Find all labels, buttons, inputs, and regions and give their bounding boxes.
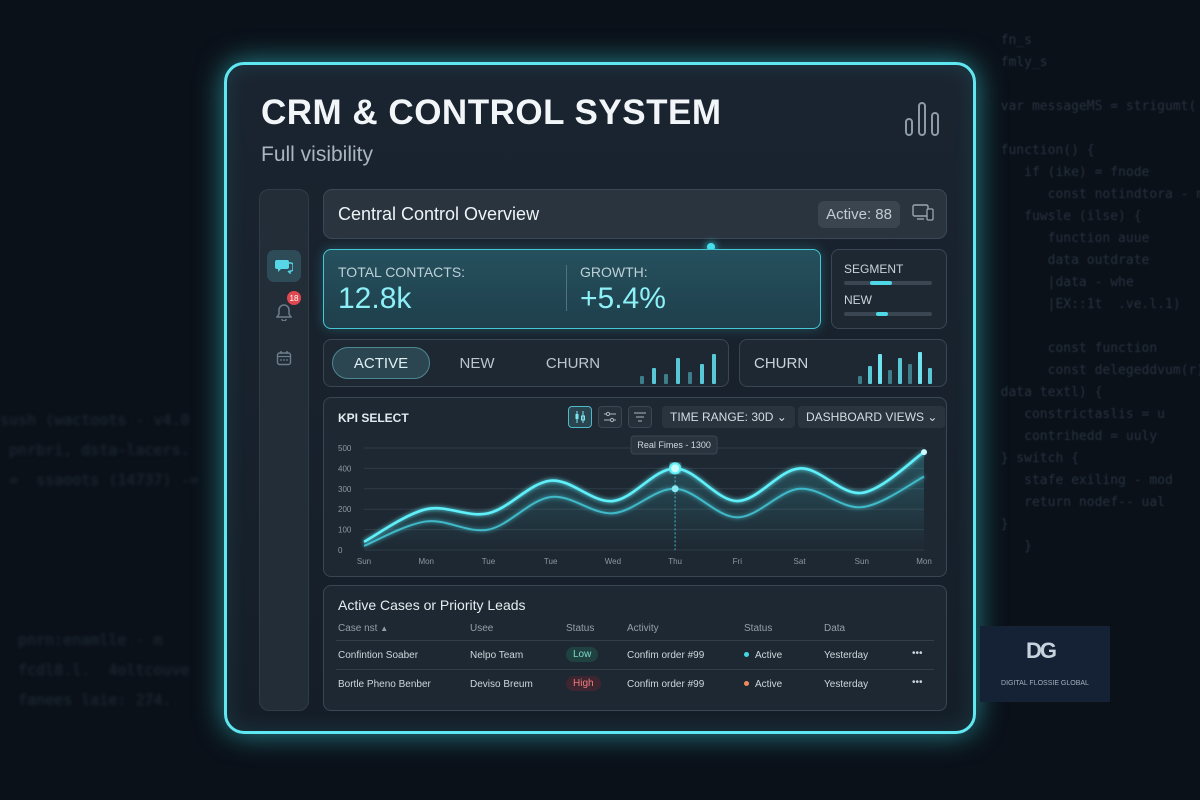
active-count-badge: Active: 88 — [818, 201, 900, 228]
bar-chart-icon[interactable] — [905, 100, 945, 136]
monitor-icon[interactable] — [912, 204, 934, 227]
kpi-chart-card: 0 100 200 300 400 500 Sun Mon Tue Tue Wed Thu Fri Sat… — [323, 397, 947, 577]
sort-up-icon: ▲ — [380, 624, 389, 633]
x-tick-label: Mon — [418, 557, 434, 566]
overview-header: Central Control Overview Active: 88 — [323, 189, 947, 239]
y-tick-label: 400 — [338, 464, 352, 473]
case-activity: Confim order #99 — [627, 679, 705, 690]
case-user: Nelpo Team — [470, 650, 524, 661]
x-tick-label: Wed — [605, 557, 621, 566]
x-tick-label: Tue — [482, 557, 496, 566]
column-header-date[interactable]: Data — [824, 623, 845, 634]
y-tick-label: 100 — [338, 526, 352, 535]
x-tick-label: Fri — [733, 557, 743, 566]
kpi-card: TOTAL CONTACTS: 12.8k GROWTH: +5.4% — [323, 249, 821, 329]
candlestick-icon[interactable] — [568, 406, 592, 428]
more-icon[interactable]: ••• — [912, 677, 923, 688]
more-icon[interactable]: ••• — [912, 648, 923, 659]
total-contacts-label: TOTAL CONTACTS: — [338, 264, 466, 280]
chart-title: KPI SELECT — [338, 411, 409, 425]
chat-icon[interactable] — [267, 250, 301, 282]
brand-logo: DG DIGITAL FLOSSIE GLOBAL — [980, 626, 1110, 702]
tabs-mini-bar-chart — [640, 344, 724, 384]
data-point-end — [921, 449, 927, 456]
growth-value: +5.4% — [580, 282, 666, 315]
y-tick-label: 500 — [338, 444, 352, 453]
x-tick-label: Thu — [668, 557, 682, 566]
case-name: Confintion Soaber — [338, 650, 419, 661]
sidebar: 18 — [259, 189, 309, 711]
background-code-left-lower: pnrn:enamlle - m fcdl8.l. 4oltcouve fane… — [18, 631, 190, 709]
logo-mark: DG — [1026, 638, 1057, 663]
header-divider — [336, 640, 934, 641]
background-code-right: fn_s fmly_s var messageMS = strigumt( fu… — [1000, 33, 1200, 554]
case-activity: Confim order #99 — [627, 650, 705, 661]
tab-active[interactable]: ACTIVE — [332, 347, 430, 379]
chevron-down-icon: ⌄ — [927, 410, 938, 424]
x-tick-label: Sun — [855, 557, 869, 566]
table-title: Active Cases or Priority Leads — [338, 597, 526, 613]
calendar-icon[interactable] — [267, 342, 301, 374]
case-status: Active — [744, 650, 782, 661]
priority-badge: High — [566, 676, 601, 691]
segment-card: SEGMENT NEW — [831, 249, 947, 329]
x-tick-label: Mon — [916, 557, 932, 566]
y-tick-label: 200 — [338, 505, 352, 514]
priority-leads-table: Active Cases or Priority Leads Case nst … — [323, 585, 947, 711]
page-title: CRM & CONTROL SYSTEM — [261, 93, 722, 132]
x-tick-label: Sun — [357, 557, 371, 566]
logo-text: DIGITAL FLOSSIE GLOBAL — [1001, 680, 1089, 687]
y-tick-label: 300 — [338, 485, 352, 494]
row-divider — [336, 669, 934, 670]
tabs-card: ACTIVE NEW CHURN — [323, 339, 729, 387]
chart-tooltip-text: Real Fimes - 1300 — [637, 440, 711, 450]
y-tick-label: 0 — [338, 546, 343, 555]
segment-label: SEGMENT — [844, 262, 904, 276]
column-header-user[interactable]: Usee — [470, 623, 493, 634]
case-name: Bortle Pheno Benber — [338, 679, 431, 690]
growth-label: GROWTH: — [580, 264, 648, 280]
segment-slider[interactable] — [844, 281, 932, 285]
new-label: NEW — [844, 293, 872, 307]
churn-label: CHURN — [754, 355, 809, 372]
case-user: Deviso Breum — [470, 679, 533, 690]
filter-icon[interactable] — [628, 406, 652, 428]
churn-card[interactable]: CHURN — [739, 339, 947, 387]
notification-badge: 18 — [287, 291, 301, 305]
churn-mini-bar-chart — [858, 344, 942, 384]
time-range-dropdown[interactable]: TIME RANGE: 30D ⌄ — [662, 406, 795, 428]
data-point-secondary — [671, 485, 679, 493]
sliders-icon[interactable] — [598, 406, 622, 428]
data-point-highlight — [669, 462, 682, 475]
priority-badge: Low — [566, 647, 599, 662]
kpi-divider — [566, 265, 567, 311]
x-tick-label: Tue — [544, 557, 558, 566]
overview-title: Central Control Overview — [338, 204, 540, 224]
column-header-priority[interactable]: Status — [566, 623, 594, 634]
status-dot — [744, 652, 749, 657]
x-tick-label: Sat — [794, 557, 807, 566]
case-date: Yesterday — [824, 650, 869, 661]
case-date: Yesterday — [824, 679, 869, 690]
chevron-down-icon: ⌄ — [776, 410, 787, 424]
bell-icon[interactable]: 18 — [267, 291, 301, 328]
case-status: Active — [744, 679, 782, 690]
background-code-left: sush (wactoots - v4.0 pnrbri, dsta-lacer… — [0, 411, 199, 489]
column-header-activity[interactable]: Activity — [627, 623, 659, 634]
page-subtitle: Full visibility — [261, 143, 374, 166]
column-header-status[interactable]: Status — [744, 623, 772, 634]
tab-new[interactable]: NEW — [428, 347, 526, 379]
crm-window: CRM & CONTROL SYSTEM Full visibility 18 … — [224, 62, 976, 734]
total-contacts-value: 12.8k — [338, 282, 412, 315]
tab-churn[interactable]: CHURN — [524, 347, 622, 379]
status-dot — [744, 681, 749, 686]
column-header-case[interactable]: Case nst ▲ — [338, 623, 388, 634]
new-slider[interactable] — [844, 312, 932, 316]
dashboard-views-dropdown[interactable]: DASHBOARD VIEWS ⌄ — [798, 406, 946, 428]
